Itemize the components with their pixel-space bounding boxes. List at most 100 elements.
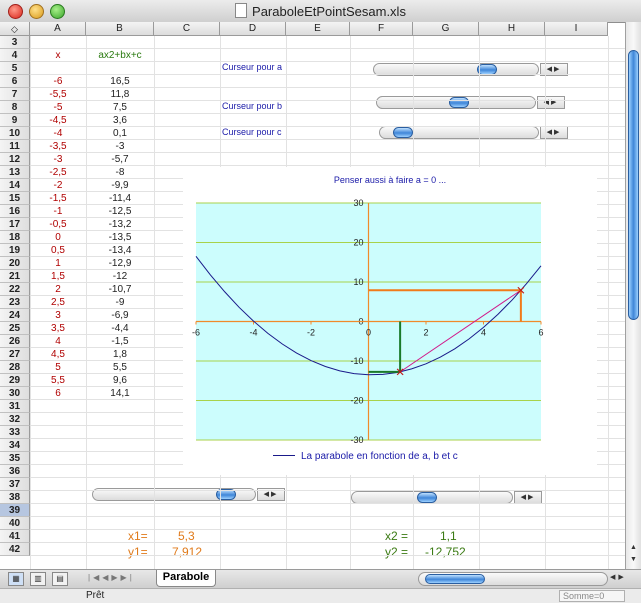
row-header-23[interactable]: 23 (0, 296, 30, 309)
cell-x[interactable]: 5 (30, 361, 86, 374)
slider-thumb[interactable] (416, 492, 437, 503)
row-header-9[interactable]: 9 (0, 114, 30, 127)
column-header-B[interactable]: B (86, 22, 154, 36)
cell-x[interactable]: 6 (30, 387, 86, 400)
row-header-5[interactable]: 5 (0, 62, 30, 75)
row-header-4[interactable]: 4 (0, 49, 30, 62)
row-header-27[interactable]: 27 (0, 348, 30, 361)
header-x[interactable]: x (30, 49, 86, 62)
row-header-36[interactable]: 36 (0, 465, 30, 478)
cell-fx[interactable]: 14,1 (86, 387, 154, 400)
sheet-tab-parabole[interactable]: Parabole (156, 570, 216, 587)
row-header-26[interactable]: 26 (0, 335, 30, 348)
vertical-scrollbar[interactable]: ▲ ▼ (625, 22, 641, 569)
cell-x[interactable]: 4 (30, 335, 86, 348)
slider-thumb[interactable] (448, 97, 469, 108)
cell-fx[interactable]: 9,6 (86, 374, 154, 387)
chart-container[interactable]: Penser aussi à faire a = 0 ... -30 -20 -10… (183, 167, 597, 475)
row-header-8[interactable]: 8 (0, 101, 30, 114)
row-header-24[interactable]: 24 (0, 309, 30, 322)
cell-x[interactable]: 3,5 (30, 322, 86, 335)
row-header-30[interactable]: 30 (0, 387, 30, 400)
scroll-down-arrow[interactable]: ▼ (626, 554, 641, 566)
cell-x[interactable]: -4 (30, 127, 86, 140)
column-header-C[interactable]: C (154, 22, 220, 36)
column-header-I[interactable]: I (545, 22, 608, 36)
cell-x[interactable]: 2,5 (30, 296, 86, 309)
cell-fx[interactable]: 5,5 (86, 361, 154, 374)
row-header-21[interactable]: 21 (0, 270, 30, 283)
column-header-G[interactable]: G (413, 22, 479, 36)
row-header-33[interactable]: 33 (0, 426, 30, 439)
cell-fx[interactable]: 16,5 (86, 75, 154, 88)
vertical-scroll-thumb[interactable] (628, 50, 639, 320)
normal-view-button[interactable]: ▦ (8, 572, 24, 586)
row-header-28[interactable]: 28 (0, 361, 30, 374)
row-header-38[interactable]: 38 (0, 491, 30, 504)
cell-fx[interactable]: -1,5 (86, 335, 154, 348)
column-header-F[interactable]: F (350, 22, 413, 36)
cell-fx[interactable]: -13,4 (86, 244, 154, 257)
row-header-18[interactable]: 18 (0, 231, 30, 244)
cell-x[interactable]: -4,5 (30, 114, 86, 127)
cell-x[interactable]: -5,5 (30, 88, 86, 101)
row-header-22[interactable]: 22 (0, 283, 30, 296)
cell-x[interactable]: 1 (30, 257, 86, 270)
cell-x[interactable]: 5,5 (30, 374, 86, 387)
cell-fx[interactable]: -9,9 (86, 179, 154, 192)
sheet-navigation-arrows[interactable]: |◀◀▶▶| (88, 573, 135, 582)
row-header-14[interactable]: 14 (0, 179, 30, 192)
row-header-12[interactable]: 12 (0, 153, 30, 166)
slider-b[interactable]: ◀▶ (376, 96, 566, 109)
row-header-16[interactable]: 16 (0, 205, 30, 218)
cell-x[interactable]: -3,5 (30, 140, 86, 153)
cell-fx[interactable]: -12,9 (86, 257, 154, 270)
cell-fx[interactable]: -6,9 (86, 309, 154, 322)
row-header-11[interactable]: 11 (0, 140, 30, 153)
row-header-41[interactable]: 41 (0, 530, 30, 543)
row-header-25[interactable]: 25 (0, 322, 30, 335)
cell-fx[interactable]: -11,4 (86, 192, 154, 205)
cell-x[interactable]: -2 (30, 179, 86, 192)
cell-x[interactable]: -1 (30, 205, 86, 218)
cell-fx[interactable]: -12 (86, 270, 154, 283)
row-header-13[interactable]: 13 (0, 166, 30, 179)
row-header-31[interactable]: 31 (0, 400, 30, 413)
column-header-D[interactable]: D (220, 22, 286, 36)
cell-x[interactable]: 0 (30, 231, 86, 244)
cell-x[interactable]: 4,5 (30, 348, 86, 361)
cell-x[interactable]: 0,5 (30, 244, 86, 257)
row-header-42[interactable]: 42 (0, 543, 30, 556)
select-all-corner[interactable]: ◇ (0, 22, 30, 36)
cell-fx[interactable]: -4,4 (86, 322, 154, 335)
cell-x[interactable]: 2 (30, 283, 86, 296)
row-header-39[interactable]: 39 (0, 504, 30, 517)
slider-thumb[interactable] (392, 127, 413, 138)
cell-x[interactable]: -5 (30, 101, 86, 114)
cell-x[interactable]: -0,5 (30, 218, 86, 231)
horizontal-scroll-arrows[interactable]: ◀▶ (610, 573, 627, 581)
cell-x[interactable]: -2,5 (30, 166, 86, 179)
column-header-H[interactable]: H (479, 22, 545, 36)
horizontal-scrollbar[interactable] (418, 572, 608, 586)
column-header-E[interactable]: E (286, 22, 350, 36)
row-header-17[interactable]: 17 (0, 218, 30, 231)
cell-x[interactable]: -6 (30, 75, 86, 88)
slider-arrows[interactable]: ◀▶ (537, 96, 565, 109)
cell-x[interactable]: 1,5 (30, 270, 86, 283)
cell-x[interactable]: -3 (30, 153, 86, 166)
cell-fx[interactable]: -8 (86, 166, 154, 179)
row-header-19[interactable]: 19 (0, 244, 30, 257)
cell-fx[interactable]: 0,1 (86, 127, 154, 140)
cell-fx[interactable]: 11,8 (86, 88, 154, 101)
cell-fx[interactable]: -5,7 (86, 153, 154, 166)
cell-fx[interactable]: 3,6 (86, 114, 154, 127)
row-header-7[interactable]: 7 (0, 88, 30, 101)
cell-fx[interactable]: -9 (86, 296, 154, 309)
row-header-35[interactable]: 35 (0, 452, 30, 465)
row-header-15[interactable]: 15 (0, 192, 30, 205)
cell-fx[interactable]: 7,5 (86, 101, 154, 114)
row-header-29[interactable]: 29 (0, 374, 30, 387)
cell-fx[interactable]: -13,5 (86, 231, 154, 244)
row-header-3[interactable]: 3 (0, 36, 30, 49)
